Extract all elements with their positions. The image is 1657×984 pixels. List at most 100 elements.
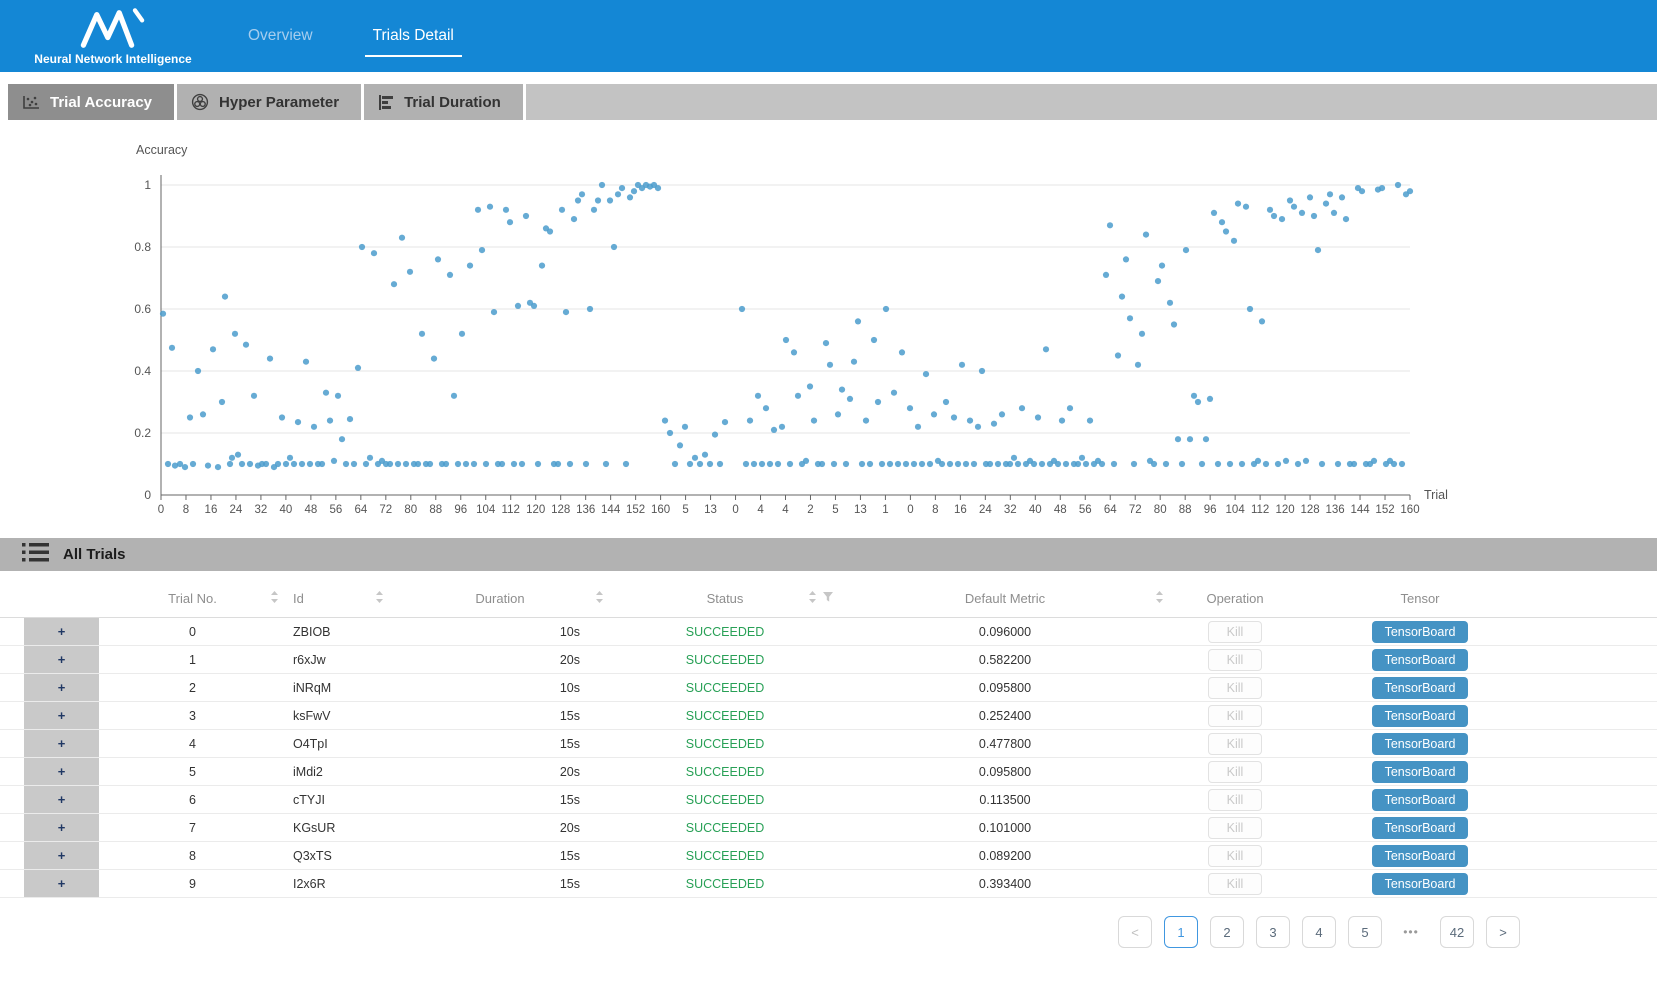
sort-icon[interactable] — [1155, 590, 1164, 607]
tensorboard-button[interactable]: TensorBoard — [1372, 649, 1469, 671]
tensor-cell: TensorBoard — [1300, 730, 1540, 757]
column-icons — [595, 590, 604, 607]
kill-button[interactable]: Kill — [1208, 649, 1263, 671]
expand-row-button[interactable]: + — [24, 870, 99, 897]
column-header-default-metric: Default Metric — [840, 579, 1170, 617]
tensorboard-button[interactable]: TensorBoard — [1372, 845, 1469, 867]
all-trials-title: All Trials — [63, 546, 126, 563]
tab-trial-accuracy[interactable]: Trial Accuracy — [8, 84, 174, 120]
hyper-icon — [191, 93, 209, 111]
expand-row-button[interactable]: + — [24, 842, 99, 869]
default-metric-cell: 0.096000 — [840, 618, 1170, 645]
tensorboard-button[interactable]: TensorBoard — [1372, 761, 1469, 783]
sort-icon[interactable] — [270, 590, 279, 607]
trials-table-header: Trial No.IdDurationStatusDefault MetricO… — [0, 579, 1657, 618]
svg-text:80: 80 — [404, 504, 417, 516]
svg-text:120: 120 — [526, 504, 545, 516]
expand-cell: + — [0, 702, 100, 729]
column-label-id: Id — [293, 591, 304, 606]
scatter-icon — [22, 95, 40, 110]
expand-row-button[interactable]: + — [24, 730, 99, 757]
pagination-next-button[interactable]: > — [1486, 916, 1520, 948]
svg-text:64: 64 — [354, 504, 367, 516]
expand-cell: + — [0, 842, 100, 869]
expand-row-button[interactable]: + — [24, 758, 99, 785]
kill-button[interactable]: Kill — [1208, 677, 1263, 699]
tensorboard-button[interactable]: TensorBoard — [1372, 873, 1469, 895]
expand-cell: + — [0, 618, 100, 645]
pagination-page-1[interactable]: 1 — [1164, 916, 1198, 948]
pagination-prev-button[interactable]: < — [1118, 916, 1152, 948]
tensorboard-button[interactable]: TensorBoard — [1372, 621, 1469, 643]
nav-tab-trials-detail[interactable]: Trials Detail — [371, 21, 456, 51]
kill-button[interactable]: Kill — [1208, 817, 1263, 839]
svg-text:56: 56 — [329, 504, 342, 516]
sort-icon[interactable] — [375, 590, 384, 607]
pagination-page-5[interactable]: 5 — [1348, 916, 1382, 948]
tab-trial-duration[interactable]: Trial Duration — [364, 84, 523, 120]
status-cell: SUCCEEDED — [610, 618, 840, 645]
pagination-page-4[interactable]: 4 — [1302, 916, 1336, 948]
tensorboard-button[interactable]: TensorBoard — [1372, 705, 1469, 727]
duration-cell: 20s — [390, 814, 610, 841]
pagination-page-3[interactable]: 3 — [1256, 916, 1290, 948]
operation-cell: Kill — [1170, 842, 1300, 869]
kill-button[interactable]: Kill — [1208, 845, 1263, 867]
svg-text:152: 152 — [1375, 504, 1394, 516]
pagination-ellipsis: ••• — [1394, 916, 1428, 948]
tensor-cell: TensorBoard — [1300, 646, 1540, 673]
tensor-cell: TensorBoard — [1300, 786, 1540, 813]
expand-row-button[interactable]: + — [24, 618, 99, 645]
row-filler — [1540, 814, 1657, 841]
expand-row-button[interactable]: + — [24, 702, 99, 729]
duration-cell: 15s — [390, 730, 610, 757]
filter-icon[interactable] — [822, 591, 834, 606]
kill-button[interactable]: Kill — [1208, 873, 1263, 895]
tab-hyper-parameter[interactable]: Hyper Parameter — [177, 84, 361, 120]
svg-text:136: 136 — [576, 504, 595, 516]
nav-tab-overview[interactable]: Overview — [246, 21, 315, 51]
svg-text:5: 5 — [832, 504, 838, 516]
column-header-operation: Operation — [1170, 579, 1300, 617]
kill-button[interactable]: Kill — [1208, 621, 1263, 643]
nni-logo[interactable]: Neural Network Intelligence — [28, 7, 198, 66]
sort-icon[interactable] — [808, 590, 817, 607]
trials-table: +0ZBIOB10sSUCCEEDED0.096000KillTensorBoa… — [0, 618, 1657, 898]
kill-button[interactable]: Kill — [1208, 733, 1263, 755]
trial-id-cell: iNRqM — [285, 674, 390, 701]
trial-id-cell: r6xJw — [285, 646, 390, 673]
svg-text:136: 136 — [1325, 504, 1344, 516]
duration-cell: 15s — [390, 702, 610, 729]
status-cell: SUCCEEDED — [610, 786, 840, 813]
sort-icon[interactable] — [595, 590, 604, 607]
main-nav: Overview Trials Detail — [246, 0, 456, 72]
tensorboard-button[interactable]: TensorBoard — [1372, 789, 1469, 811]
tensorboard-button[interactable]: TensorBoard — [1372, 733, 1469, 755]
kill-button[interactable]: Kill — [1208, 789, 1263, 811]
duration-cell: 15s — [390, 842, 610, 869]
default-metric-cell: 0.582200 — [840, 646, 1170, 673]
status-cell: SUCCEEDED — [610, 702, 840, 729]
trial-no-cell: 2 — [100, 674, 285, 701]
duration-cell: 15s — [390, 786, 610, 813]
svg-text:2: 2 — [807, 504, 813, 516]
tensorboard-button[interactable]: TensorBoard — [1372, 817, 1469, 839]
tab-label-trial-duration: Trial Duration — [404, 94, 501, 111]
pagination-page-2[interactable]: 2 — [1210, 916, 1244, 948]
default-metric-cell: 0.089200 — [840, 842, 1170, 869]
duration-cell: 20s — [390, 646, 610, 673]
expand-row-button[interactable]: + — [24, 786, 99, 813]
expand-row-button[interactable]: + — [24, 646, 99, 673]
svg-text:96: 96 — [454, 504, 467, 516]
svg-text:104: 104 — [1226, 504, 1246, 516]
pagination-page-42[interactable]: 42 — [1440, 916, 1474, 948]
default-metric-cell: 0.095800 — [840, 758, 1170, 785]
trial-no-cell: 7 — [100, 814, 285, 841]
expand-row-button[interactable]: + — [24, 674, 99, 701]
status-cell: SUCCEEDED — [610, 646, 840, 673]
kill-button[interactable]: Kill — [1208, 761, 1263, 783]
kill-button[interactable]: Kill — [1208, 705, 1263, 727]
expand-row-button[interactable]: + — [24, 814, 99, 841]
tensorboard-button[interactable]: TensorBoard — [1372, 677, 1469, 699]
status-cell: SUCCEEDED — [610, 814, 840, 841]
